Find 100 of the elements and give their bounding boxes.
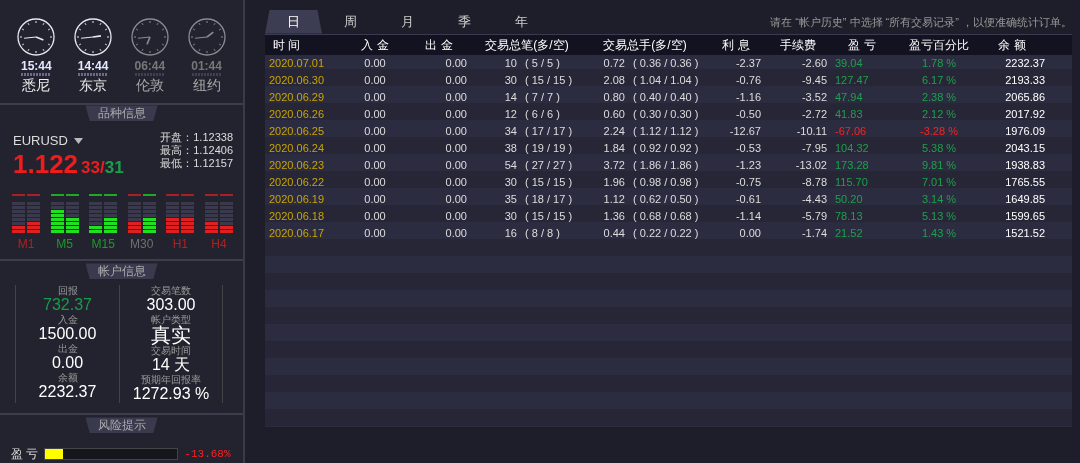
table-cell-text: ( 15 / 15 )	[524, 174, 574, 190]
table-cell-text: 0.00	[363, 89, 387, 105]
table-cell-text: 1.78 %	[920, 55, 958, 71]
table-cell-text: 1.36	[602, 208, 626, 224]
table-cell-text: 0.00	[444, 123, 468, 139]
table-cell-text: 0.00	[363, 157, 387, 173]
price-value: 1.122	[13, 150, 79, 177]
table-cell-text: 2.24	[602, 123, 626, 139]
table-cell-text: 2020.06.25	[268, 123, 326, 139]
table-cell-text: 0.00	[444, 72, 468, 88]
table-cell-text: ( 0.40 / 0.40 )	[632, 89, 700, 105]
column-header: 手续费	[779, 36, 817, 54]
table-cell-text: 10	[503, 55, 518, 71]
table-cell-text: 5.13 %	[920, 208, 958, 224]
risk-reading: -13.68%	[184, 447, 231, 463]
table-cell-text: -3.28 %	[919, 123, 959, 139]
table-cell-text: ( 0.68 / 0.68 )	[632, 208, 700, 224]
table-cell-text: 1938.83	[1004, 157, 1046, 173]
stat-label: 出金	[57, 343, 78, 355]
table-cell-text: ( 27 / 27 )	[524, 157, 574, 173]
table-cell-text: ( 19 / 19 )	[524, 140, 574, 156]
table-cell-text: 2020.06.18	[268, 208, 326, 224]
stat-label: 余额	[57, 372, 78, 384]
period-tab[interactable]: 年	[493, 10, 550, 34]
table-cell-text: 2232.37	[1004, 55, 1046, 71]
stat-value: 真实	[151, 325, 191, 346]
table-cell-text: -7.95	[800, 140, 828, 156]
stat-value: 732.37	[43, 296, 92, 315]
timeframe-label: M15	[91, 236, 115, 254]
table-cell-text: 0.00	[738, 225, 762, 241]
table-cell-text: 2065.86	[1004, 89, 1046, 105]
city-label: 伦敦	[135, 78, 164, 94]
table-cell-text: -8.78	[800, 174, 828, 190]
table-cell-text: 2020.06.24	[268, 140, 326, 156]
table-cell-text: 41.83	[834, 106, 864, 122]
stat-value: 303.00	[146, 296, 196, 314]
table-cell-text: 6.17 %	[920, 72, 958, 88]
period-tab[interactable]: 月	[379, 10, 436, 34]
column-header: 盈亏百分比	[908, 36, 970, 54]
table-cell-text: ( 5 / 5 )	[524, 55, 561, 71]
table-cell-text: 115.70	[834, 174, 869, 190]
table-cell-text: -12.67	[728, 123, 762, 139]
stat-value: 14 天	[151, 356, 191, 374]
table-cell-text: 2043.15	[1004, 140, 1046, 156]
stat-value: 0.00	[51, 354, 84, 372]
section-header: 品种信息	[85, 105, 158, 122]
clock-icon	[17, 18, 56, 56]
table-cell-text: -2.60	[800, 55, 828, 71]
table-cell-text: ( 0.22 / 0.22 )	[632, 225, 700, 241]
table-cell-text: 0.72	[602, 55, 626, 71]
table-cell-text: 30	[503, 72, 518, 88]
table-cell-text: 54	[503, 157, 518, 173]
table-cell-text: ( 17 / 17 )	[524, 123, 574, 139]
timeframe-label: H1	[172, 236, 189, 254]
table-cell-text: ( 15 / 15 )	[524, 72, 574, 88]
price-stat: 最低：1.12157	[160, 157, 233, 171]
table-cell-text: 0.00	[363, 123, 387, 139]
ask-pips: 31	[104, 156, 124, 179]
period-tab[interactable]: 日	[265, 10, 322, 34]
bid-pips: 33	[81, 156, 100, 179]
caret-icon[interactable]	[73, 138, 83, 145]
column-header: 利 息	[721, 36, 751, 54]
table-cell-text: -10.11	[795, 123, 828, 139]
table-cell-text: -3.52	[800, 89, 828, 105]
table-cell-text: ( 0.62 / 0.50 )	[632, 191, 700, 207]
table-cell-text: ( 6 / 6 )	[524, 106, 561, 122]
table-cell-text: 5.38 %	[920, 140, 958, 156]
table-cell-text: 0.44	[602, 225, 626, 241]
column-header: 交易总手(多/空)	[602, 36, 688, 54]
stat-label: 交易时间	[151, 345, 191, 357]
table-cell-text: 173.28	[834, 157, 870, 173]
table-cell-text: -67.06	[834, 123, 868, 139]
clock-time: 14:44	[77, 60, 109, 72]
table-cell-text: -9.45	[800, 72, 828, 88]
column-header: 时 间	[272, 36, 302, 54]
meter-drawing	[127, 201, 156, 234]
symbol-name[interactable]: EURUSD	[13, 131, 68, 151]
table-cell-text: 1649.85	[1004, 191, 1046, 207]
table-cell-text: 1599.65	[1004, 208, 1046, 224]
table-cell-text: 3.14 %	[920, 191, 958, 207]
notice-text: 请在 “帐户历史” 中选择 “所有交易记录” ，以便准确统计订单。	[770, 15, 1072, 30]
table-cell-text: -1.14	[734, 208, 762, 224]
risk-label: 盈 亏	[11, 446, 39, 463]
table-cell-text: 2020.07.01	[268, 55, 326, 71]
stat-label: 帐户类型	[151, 314, 191, 326]
stat-label: 交易笔数	[151, 285, 191, 297]
table-cell-text: 2.12 %	[920, 106, 958, 122]
table-cell-text: 30	[503, 208, 518, 224]
column-header: 入 金	[360, 36, 390, 54]
period-tab[interactable]: 周	[322, 10, 379, 34]
table-cell-text: 2017.92	[1004, 106, 1046, 122]
period-tab[interactable]: 季	[436, 10, 493, 34]
table-cell-text: 16	[503, 225, 518, 241]
table-cell-text: 0.00	[444, 157, 468, 173]
table-cell-text: 0.60	[602, 106, 626, 122]
table-cell-text: 9.81 %	[920, 157, 958, 173]
timeframe-label: M1	[17, 236, 35, 254]
table-cell-text: 1.12	[602, 191, 626, 207]
table-cell-text: 0.00	[444, 106, 468, 122]
table-cell-text: 127.47	[834, 72, 870, 88]
